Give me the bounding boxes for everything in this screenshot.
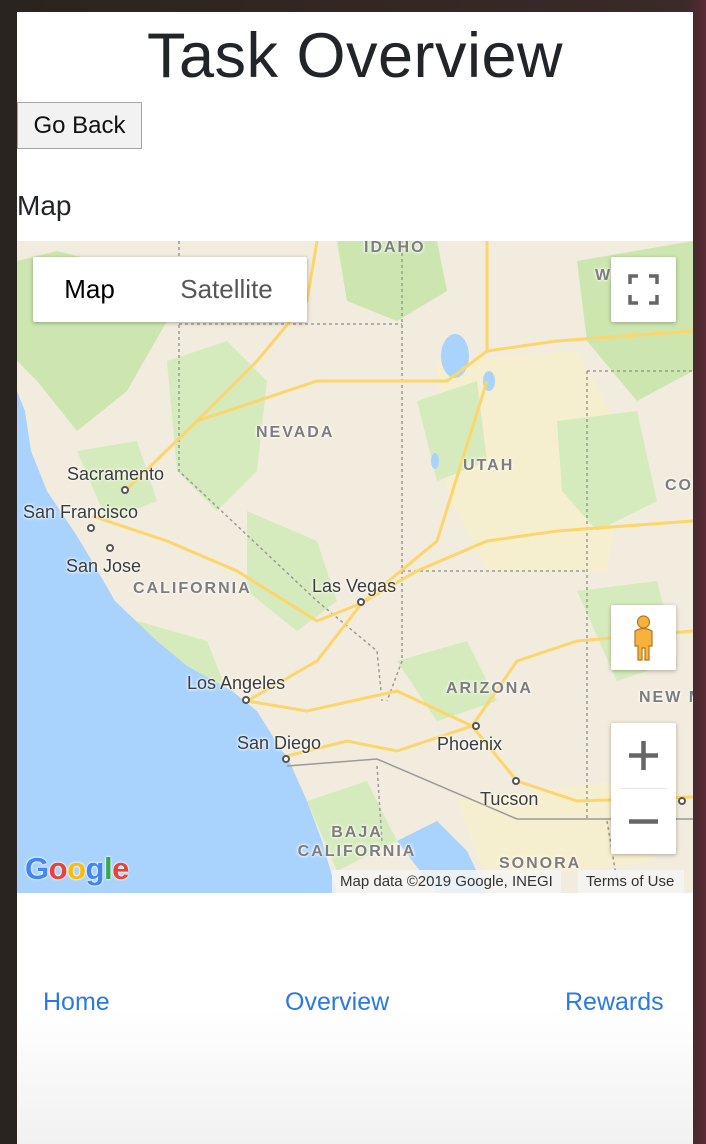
map-section-label: Map [17,190,72,221]
page-title: Task Overview [146,21,564,91]
map-attribution: Map data ©2019 Google, INEGI [332,870,561,893]
map-region-label: BAJA CALIFORNIA [297,824,417,860]
pegman-icon [634,615,653,661]
map-city-label: Sacramento [67,464,165,484]
map-city-label: San Jose [66,556,142,576]
map-city-label: San Diego [237,733,322,753]
map-city-label: Tucson [480,789,539,809]
map-region-label: W [595,267,613,284]
nav-rewards-link[interactable]: Rewards [565,988,664,1017]
map-widget[interactable]: IDAHO NEVADA UTAH CALIFORNIA ARIZONA BAJ… [17,241,693,893]
minus-icon[interactable] [611,789,676,854]
map-city-label: San Francisco [23,502,139,522]
map-region-label: NEVADA [256,424,335,441]
nav-overview-link[interactable]: Overview [285,988,389,1017]
map-city-label: Las Vegas [312,576,397,596]
fullscreen-icon [628,274,659,305]
fullscreen-button[interactable] [611,257,676,322]
page: Task Overview Go Back Map IDAHO NEVADA U… [17,12,693,1144]
street-view-button[interactable] [611,605,676,670]
map-region-label: CO [665,477,693,494]
nav-home-link[interactable]: Home [43,988,110,1017]
map-city-marker [282,755,290,763]
zoom-control [611,723,676,854]
map-city-label: Los Angeles [187,673,286,693]
map-city-marker [357,598,365,606]
map-type-map-button[interactable]: Map [33,257,146,322]
google-logo: Google [25,851,129,886]
map-region-label: IDAHO [364,241,426,256]
map-city-marker [242,696,250,704]
map-city-marker [121,486,129,494]
go-back-button[interactable]: Go Back [17,102,142,149]
map-city-marker [106,544,114,552]
map-city-marker [678,797,686,805]
map-city-marker [87,524,95,532]
map-region-label: UTAH [463,457,515,474]
map-city-marker [512,777,520,785]
terms-of-use-link[interactable]: Terms of Use [578,870,685,893]
map-city-label: Phoenix [437,734,503,754]
map-type-satellite-button[interactable]: Satellite [146,257,307,322]
map-type-control: Map Satellite [33,257,307,322]
plus-icon[interactable] [611,723,676,788]
map-region-label: CALIFORNIA [133,580,252,597]
map-region-label: ARIZONA [446,680,533,697]
map-city-marker [472,722,480,730]
map-region-label: NEW M [639,689,693,706]
